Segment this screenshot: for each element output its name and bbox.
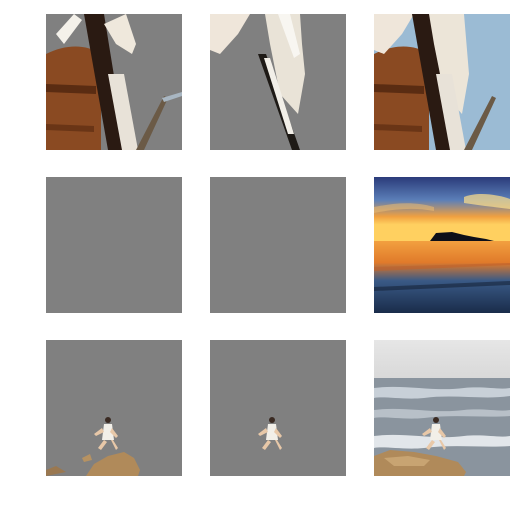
jumper-beach-photo-image xyxy=(374,340,510,476)
sunset-beach-photo-image xyxy=(374,177,510,313)
jumper-mask-b-panel xyxy=(210,340,346,476)
empty-mask-image-2 xyxy=(210,177,346,313)
jumper-mask-b-image xyxy=(210,340,346,476)
cello-mask-b-image xyxy=(210,14,346,150)
cello-mask-a-image xyxy=(46,14,182,150)
jumper-mask-a-panel xyxy=(46,340,182,476)
image-grid xyxy=(0,0,520,510)
empty-mask-panel-2 xyxy=(210,177,346,313)
cello-photo-panel xyxy=(374,14,510,150)
cello-mask-b-panel xyxy=(210,14,346,150)
cello-mask-a-panel xyxy=(46,14,182,150)
jumper-beach-photo-panel xyxy=(374,340,510,476)
empty-mask-panel-1 xyxy=(46,177,182,313)
empty-mask-image-1 xyxy=(46,177,182,313)
jumper-mask-a-image xyxy=(46,340,182,476)
sunset-beach-photo-panel xyxy=(374,177,510,313)
cello-photo-image xyxy=(374,14,510,150)
